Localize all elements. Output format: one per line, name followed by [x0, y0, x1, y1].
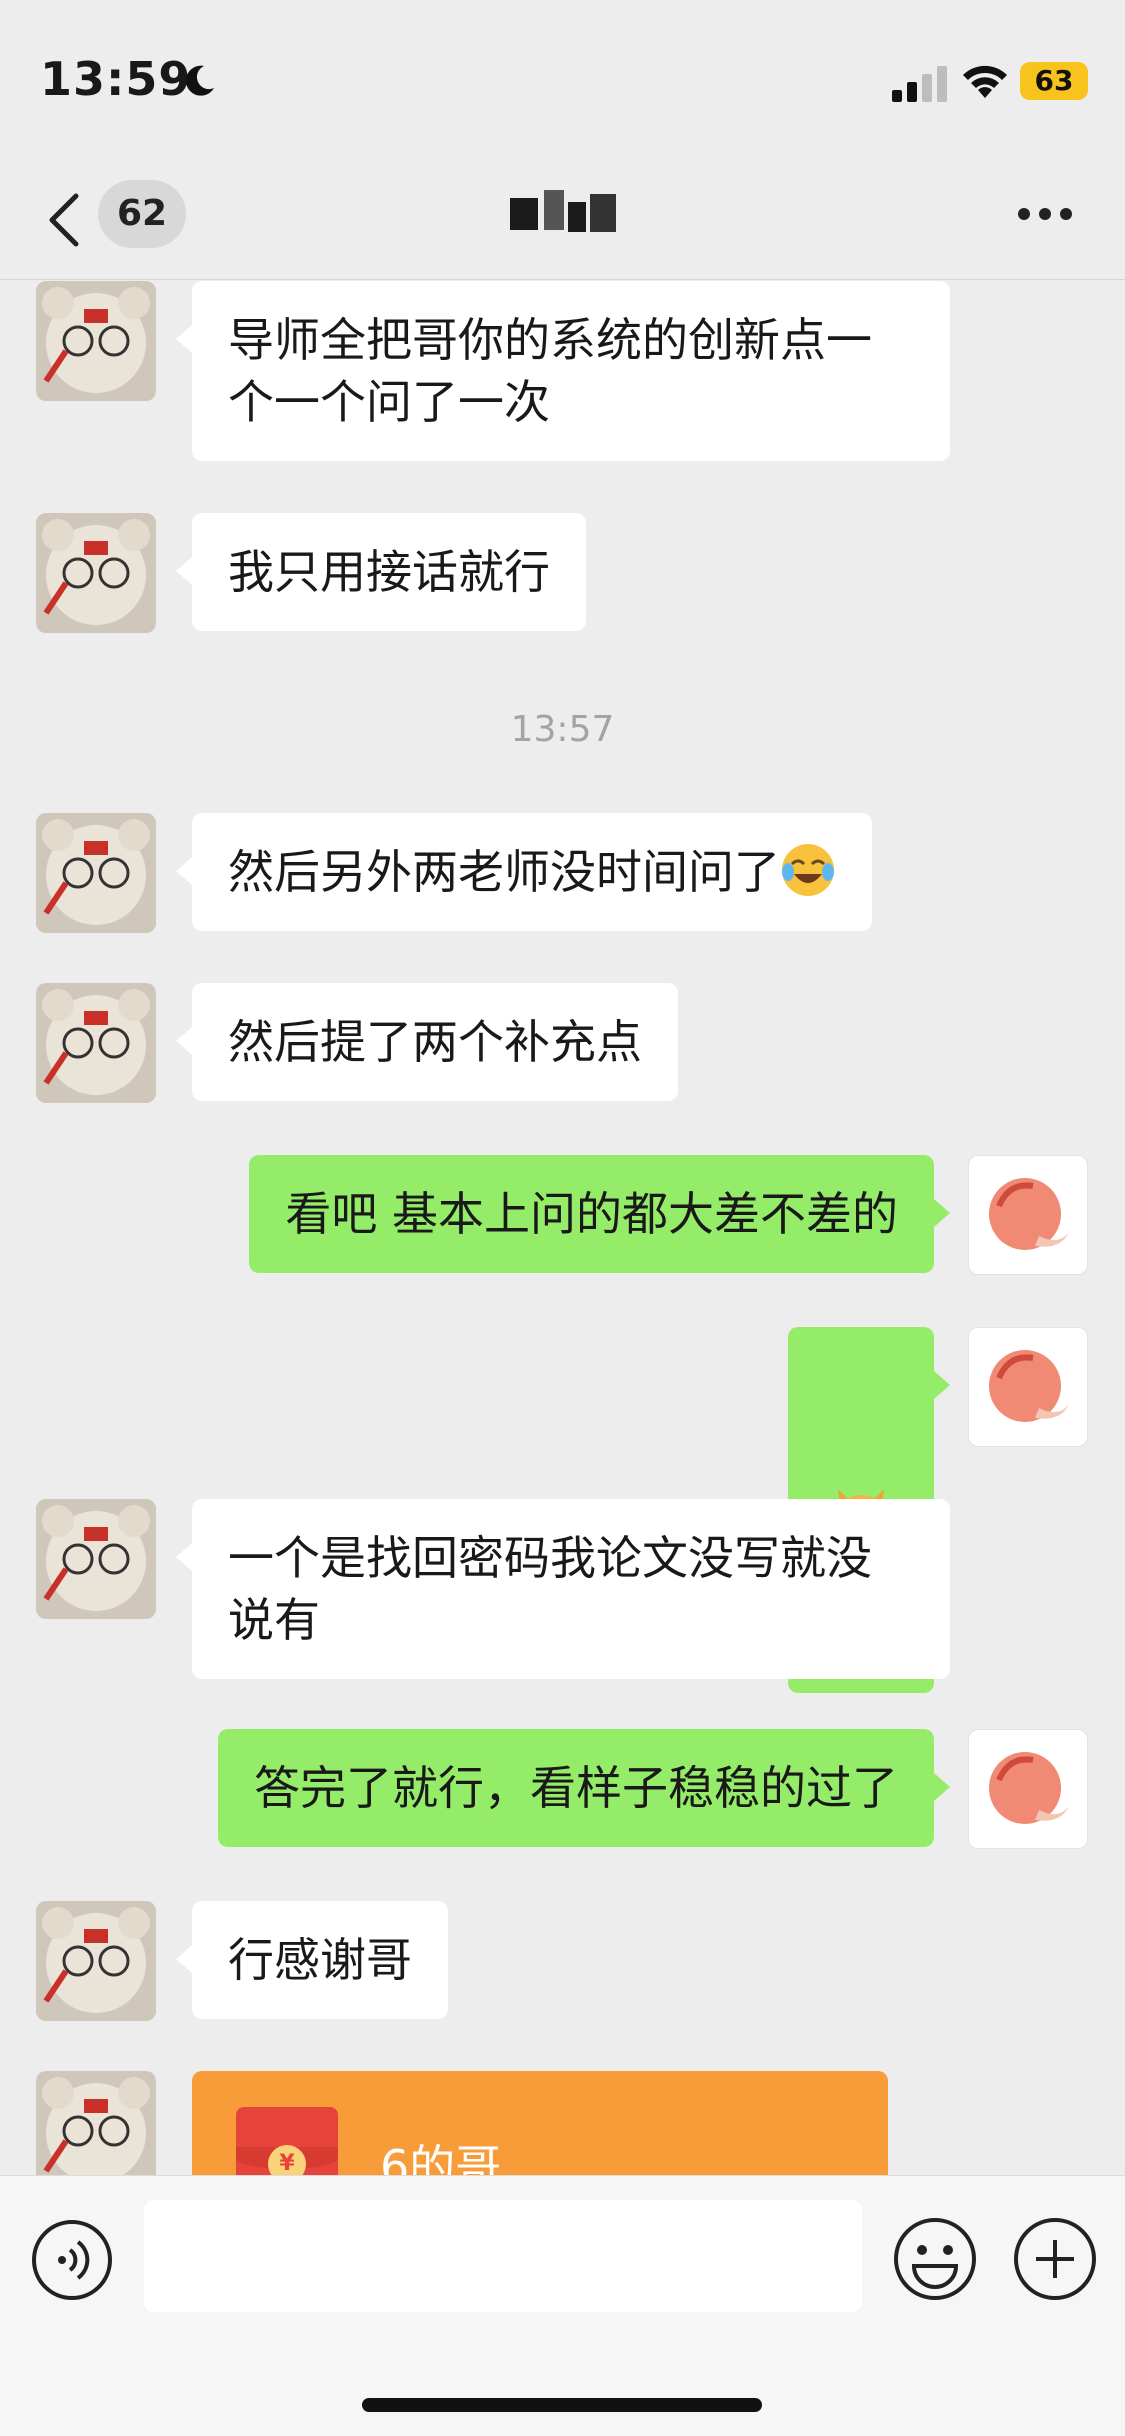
status-bar: 13:59 63 — [0, 0, 1125, 150]
red-packet-message[interactable]: ¥ 6的哥 — [192, 2071, 888, 2175]
incoming-message[interactable]: 导师全把哥你的系统的创新点一个一个问了一次 — [176, 281, 950, 461]
contact-avatar[interactable] — [36, 513, 156, 633]
incoming-message[interactable]: 然后另外两老师没时间问了 — [176, 813, 872, 931]
home-indicator — [362, 2398, 762, 2412]
incoming-message[interactable]: 行感谢哥 — [176, 1901, 448, 2019]
wifi-icon — [963, 65, 1007, 98]
contact-avatar[interactable] — [36, 813, 156, 933]
emoji-smiley-icon[interactable] — [892, 2216, 978, 2302]
unread-count-badge[interactable]: 62 — [98, 180, 186, 248]
timestamp-divider: 13:57 — [510, 709, 615, 750]
incoming-message[interactable]: 我只用接话就行 — [176, 513, 586, 631]
red-envelope-icon: ¥ — [236, 2107, 338, 2175]
red-packet-greeting: 6的哥 — [380, 2140, 502, 2175]
incoming-message[interactable]: 然后提了两个补充点 — [176, 983, 678, 1101]
contact-avatar[interactable] — [36, 983, 156, 1103]
contact-avatar[interactable] — [36, 281, 156, 401]
message-text: 然后另外两老师没时间问了 — [228, 845, 780, 899]
laughing-crying-face-icon — [782, 844, 834, 896]
my-avatar[interactable] — [968, 1729, 1088, 1849]
my-avatar[interactable] — [968, 1327, 1088, 1447]
message-list[interactable]: 导师全把哥你的系统的创新点一个一个问了一次 我只用接话就行 13:57 然后另外… — [0, 281, 1125, 2175]
moon-icon — [185, 65, 214, 96]
outgoing-message[interactable]: 看吧 基本上问的都大差不差的 — [249, 1155, 950, 1273]
plus-more-icon[interactable] — [1012, 2216, 1098, 2302]
cellular-signal-icon — [892, 66, 947, 102]
contact-avatar[interactable] — [36, 2071, 156, 2175]
chat-header: 62 — [0, 150, 1125, 280]
back-chevron-icon[interactable] — [44, 190, 84, 250]
incoming-message[interactable]: 一个是找回密码我论文没写就没说有 — [176, 1499, 950, 1679]
redacted-chat-title — [510, 190, 616, 236]
status-time: 13:59 — [40, 52, 192, 106]
battery-indicator: 63 — [1020, 62, 1088, 100]
message-input[interactable] — [144, 2200, 862, 2312]
coin-icon: ¥ — [268, 2145, 306, 2175]
contact-avatar[interactable] — [36, 1901, 156, 2021]
outgoing-message[interactable]: 答完了就行，看样子稳稳的过了 — [218, 1729, 950, 1847]
my-avatar[interactable] — [968, 1155, 1088, 1275]
input-bar — [0, 2175, 1125, 2436]
contact-avatar[interactable] — [36, 1499, 156, 1619]
more-options-icon[interactable] — [1018, 208, 1072, 224]
voice-input-button[interactable] — [30, 2218, 114, 2302]
